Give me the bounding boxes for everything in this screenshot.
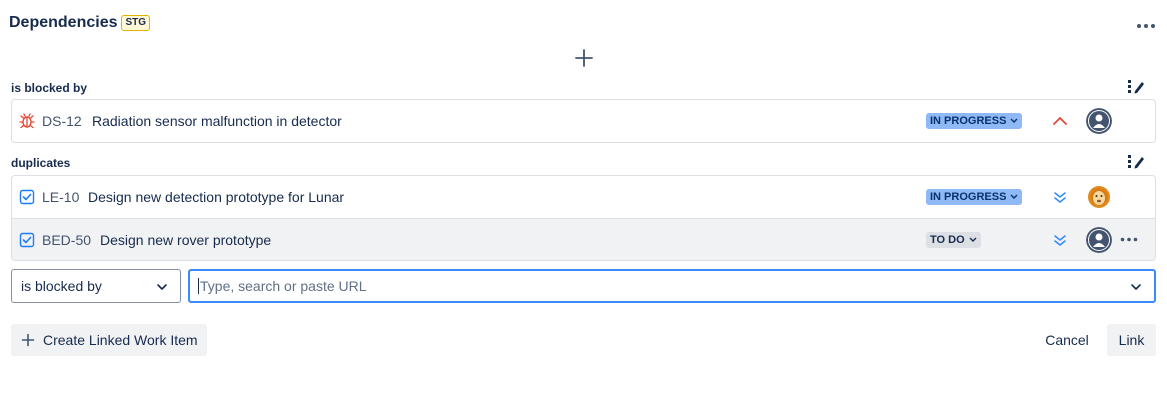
more-horizontal-icon (1137, 24, 1155, 28)
linked-items-list-duplicates: LE-10 Design new detection prototype for… (11, 175, 1156, 261)
linked-items-list-blocked-by: DS-12 Radiation sensor malfunction in de… (11, 99, 1156, 143)
env-badge: STG (121, 15, 151, 31)
default-avatar[interactable] (1086, 226, 1112, 253)
item-summary[interactable]: Radiation sensor malfunction in detector (92, 113, 342, 129)
add-dependency-plus-icon[interactable] (573, 47, 595, 69)
lion-avatar[interactable] (1086, 184, 1112, 210)
status-label: IN PROGRESS (930, 115, 1007, 127)
linked-item-row[interactable]: BED-50 Design new rover prototype TO DO (12, 218, 1155, 260)
edit-list-icon[interactable] (1127, 153, 1145, 169)
create-linked-work-item-button[interactable]: Create Linked Work Item (11, 324, 207, 356)
relation-type-select[interactable]: is blocked by (11, 269, 181, 303)
create-linked-work-item-label: Create Linked Work Item (43, 332, 198, 348)
section-label-duplicates: duplicates (11, 156, 71, 170)
more-horizontal-icon (1120, 237, 1138, 242)
item-summary[interactable]: Design new rover prototype (100, 232, 271, 248)
task-icon (19, 232, 35, 247)
chevron-down-icon (1010, 118, 1018, 123)
task-icon (19, 189, 35, 205)
status-dropdown[interactable]: IN PROGRESS (926, 113, 1023, 129)
chevron-down-icon[interactable] (1130, 281, 1142, 293)
more-actions-button[interactable] (1133, 14, 1159, 38)
chevron-down-icon (157, 284, 167, 290)
panel-header: Dependencies STG (9, 14, 151, 32)
status-dropdown[interactable]: IN PROGRESS (926, 189, 1023, 205)
plus-icon (21, 333, 35, 347)
priority-high-icon (1053, 117, 1067, 125)
priority-lowest-icon (1054, 192, 1066, 203)
panel-title: Dependencies (9, 14, 118, 31)
chevron-down-icon (969, 237, 977, 242)
status-dropdown[interactable]: TO DO (926, 231, 981, 248)
item-key[interactable]: LE-10 (42, 189, 79, 205)
linked-item-row[interactable]: LE-10 Design new detection prototype for… (12, 176, 1155, 218)
work-item-search-field[interactable] (188, 269, 1156, 303)
linked-item-row[interactable]: DS-12 Radiation sensor malfunction in de… (12, 100, 1155, 142)
status-label: TO DO (930, 233, 965, 246)
priority-lowest-icon (1054, 234, 1066, 246)
item-key[interactable]: DS-12 (42, 113, 82, 129)
section-label-is-blocked-by: is blocked by (11, 81, 88, 95)
default-avatar[interactable] (1086, 108, 1112, 134)
edit-list-icon[interactable] (1127, 78, 1145, 94)
row-more-actions-button[interactable] (1118, 229, 1140, 251)
chevron-down-icon (1010, 194, 1018, 199)
work-item-search-input[interactable] (198, 278, 1098, 294)
item-summary[interactable]: Design new detection prototype for Lunar (88, 189, 344, 205)
cancel-button[interactable]: Cancel (1036, 324, 1098, 356)
bug-icon (19, 113, 35, 129)
status-label: IN PROGRESS (930, 191, 1007, 203)
relation-type-value: is blocked by (21, 278, 102, 294)
link-button[interactable]: Link (1107, 324, 1156, 356)
item-key[interactable]: BED-50 (42, 232, 91, 248)
